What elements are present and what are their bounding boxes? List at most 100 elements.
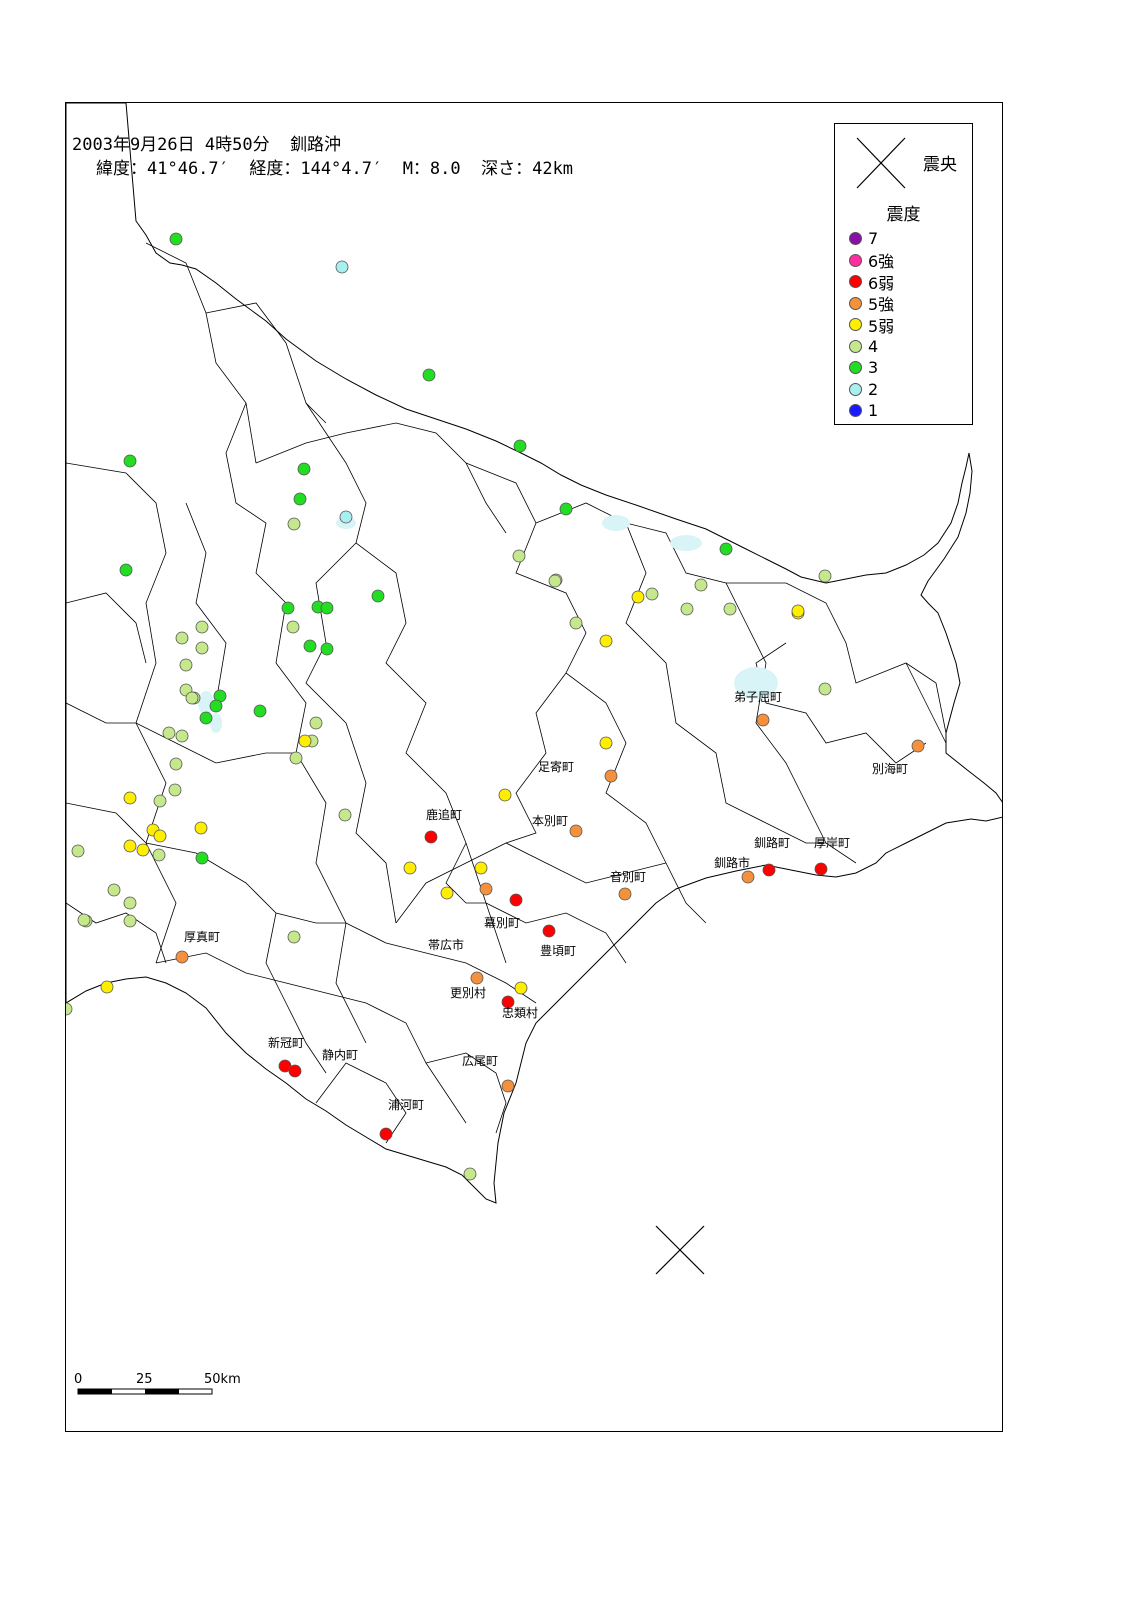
legend-dot	[849, 232, 862, 246]
town-label: 厚真町	[184, 930, 220, 944]
legend-label: 2	[868, 379, 879, 399]
station-point	[762, 863, 776, 877]
station-point	[107, 883, 121, 897]
station-point	[77, 913, 91, 927]
town-label: 更別村	[450, 986, 486, 1000]
station-point	[513, 439, 527, 453]
town-label: 足寄町	[538, 759, 574, 774]
town-label: 静内町	[322, 1048, 358, 1062]
station-point	[818, 569, 832, 583]
station-point	[195, 620, 209, 634]
station-point	[175, 950, 189, 964]
legend-label: 5弱	[868, 316, 895, 336]
town-label: 新冠町	[268, 1035, 304, 1050]
station-point	[422, 368, 436, 382]
station-point	[424, 830, 438, 844]
station-point	[604, 769, 618, 783]
station-point	[152, 848, 166, 862]
legend: 震央 震度 7 6強 6弱 5強 5弱 4 3 2 1	[834, 123, 973, 425]
station-point	[371, 589, 385, 603]
station-point	[569, 616, 583, 630]
station-point	[123, 896, 137, 910]
event-datetime-region: 2003年9月26日 4時50分 釧路沖	[72, 135, 342, 155]
town-label: 釧路市	[714, 855, 750, 870]
intensity-legend-list: 7 6強 6弱 5強 5弱 4 3 2 1	[849, 228, 894, 422]
legend-item-4: 4	[849, 336, 894, 358]
station-point	[741, 870, 755, 884]
town-label: 音別町	[610, 869, 646, 884]
epicenter-label: 震央	[923, 155, 957, 175]
station-point	[470, 971, 484, 985]
station-point	[303, 639, 317, 653]
station-point	[514, 981, 528, 995]
legend-item-5-weak: 5弱	[849, 314, 894, 336]
station-point	[463, 1167, 477, 1181]
legend-label: 4	[868, 336, 879, 356]
station-point	[339, 510, 353, 524]
legend-label: 1	[868, 401, 879, 421]
legend-label: 6弱	[868, 273, 895, 293]
legend-item-2: 2	[849, 379, 894, 401]
legend-label: 5強	[868, 295, 895, 315]
station-point	[680, 602, 694, 616]
station-point	[320, 642, 334, 656]
station-point	[123, 914, 137, 928]
station-point	[153, 794, 167, 808]
station-point	[479, 882, 493, 896]
station-point	[756, 713, 770, 727]
epicenter-legend-icon	[856, 137, 906, 189]
legend-label: 6強	[868, 252, 895, 272]
station-point	[818, 682, 832, 696]
station-point	[297, 462, 311, 476]
station-point	[153, 829, 167, 843]
town-label: 広尾町	[462, 1054, 498, 1068]
station-point	[286, 620, 300, 634]
town-label: 豊頃町	[540, 944, 576, 958]
station-point	[66, 1002, 73, 1016]
station-point	[542, 924, 556, 938]
station-point	[289, 751, 303, 765]
legend-dot	[849, 361, 862, 375]
legend-item-5-strong: 5強	[849, 293, 895, 315]
station-point	[338, 808, 352, 822]
town-label: 厚岸町	[814, 836, 850, 850]
station-point	[179, 658, 193, 672]
legend-dot	[849, 404, 862, 418]
station-point	[298, 734, 312, 748]
map-frame[interactable]: 弟子屈町 足寄町 別海町 鹿追町 本別町 釧路町 厚岸町 釧路市 音別町 幕別町…	[65, 102, 1003, 1432]
station-point	[335, 260, 349, 274]
station-point	[509, 893, 523, 907]
station-point	[631, 590, 645, 604]
legend-dot	[849, 296, 862, 310]
legend-label: 3	[868, 358, 879, 378]
station-point	[474, 861, 488, 875]
station-point	[569, 824, 583, 838]
town-label: 幕別町	[484, 916, 520, 930]
station-point	[309, 716, 323, 730]
station-point	[169, 757, 183, 771]
station-point	[281, 601, 295, 615]
station-point	[175, 729, 189, 743]
station-point	[440, 886, 454, 900]
station-point	[548, 574, 562, 588]
station-point	[123, 454, 137, 468]
station-point	[599, 736, 613, 750]
station-point	[123, 791, 137, 805]
legend-dot	[849, 339, 862, 353]
town-label: 忠類村	[502, 1006, 538, 1020]
town-label: 別海町	[872, 761, 908, 776]
station-point	[791, 604, 805, 618]
station-point	[175, 631, 189, 645]
town-label: 浦河町	[388, 1098, 424, 1112]
station-point	[195, 641, 209, 655]
station-point	[293, 492, 307, 506]
station-point	[71, 844, 85, 858]
station-point	[209, 699, 223, 713]
legend-item-3: 3	[849, 357, 894, 379]
scale-label-25: 25	[136, 1372, 153, 1387]
station-point	[168, 783, 182, 797]
station-point	[287, 930, 301, 944]
station-point	[123, 839, 137, 853]
legend-dot	[849, 382, 862, 396]
station-point	[119, 563, 133, 577]
